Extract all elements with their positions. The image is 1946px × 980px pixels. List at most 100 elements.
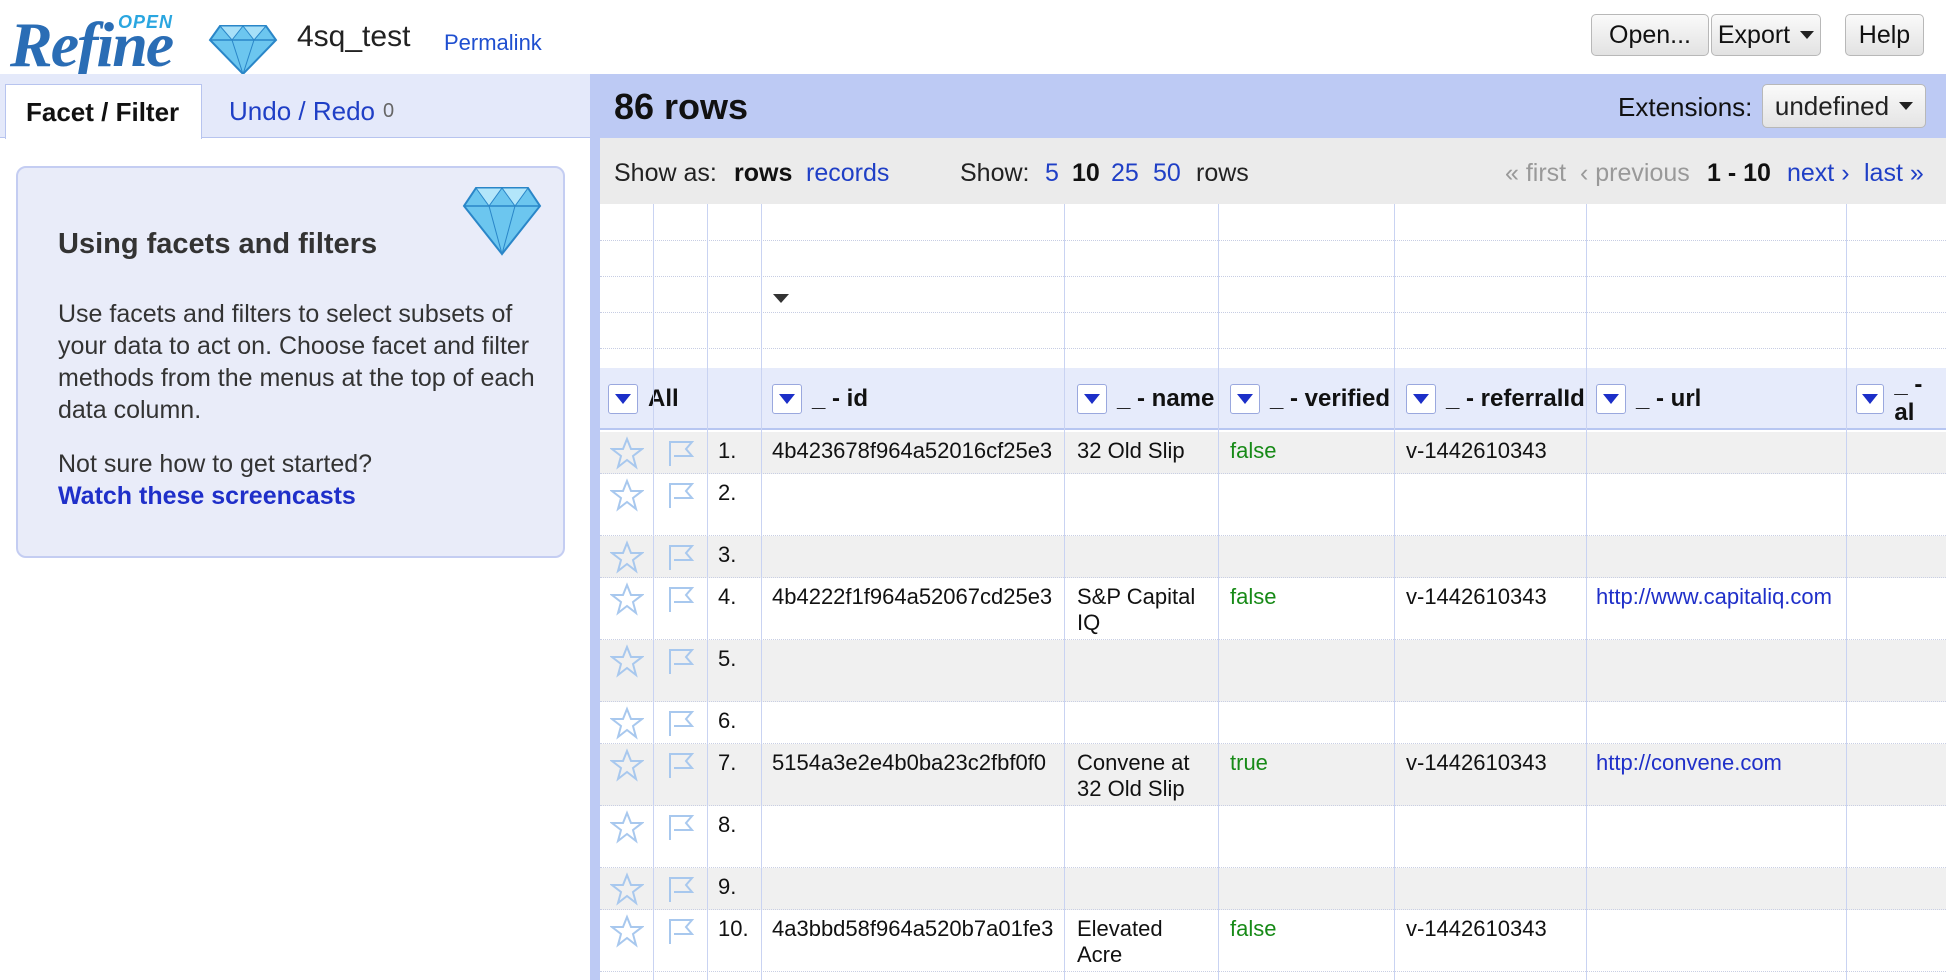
dropdown-arrow-icon[interactable] (1230, 384, 1260, 414)
column-name[interactable]: _ - name (1077, 368, 1214, 430)
page-size-10[interactable]: 10 (1072, 159, 1100, 188)
previous-page-link[interactable]: ‹ previous (1580, 159, 1690, 188)
project-name[interactable]: 4sq_test (297, 20, 410, 54)
column-referralid[interactable]: _ - referralId (1406, 368, 1585, 430)
column-id[interactable]: _ - id (772, 368, 868, 430)
cell-referral[interactable]: v-1442610343 (1406, 584, 1576, 610)
dropdown-arrow-icon[interactable] (1406, 384, 1436, 414)
flag-icon[interactable] (664, 914, 698, 953)
column-line (1218, 204, 1219, 980)
first-page-link[interactable]: « first (1505, 159, 1566, 188)
star-icon[interactable] (609, 914, 645, 953)
cell-name[interactable]: 32 Old Slip (1077, 438, 1209, 464)
cell-name[interactable]: Elevated Acre (1077, 916, 1209, 968)
open-button[interactable]: Open... (1591, 14, 1709, 56)
flag-icon[interactable] (664, 436, 698, 475)
page-size-50[interactable]: 50 (1153, 159, 1181, 188)
star-icon[interactable] (609, 540, 645, 579)
star-icon[interactable] (609, 810, 645, 849)
row-number: 7. (718, 750, 737, 775)
dropdown-arrow-icon[interactable] (1856, 384, 1885, 414)
cell-url[interactable]: http://www.capitaliq.com (1596, 584, 1841, 610)
openrefine-logo[interactable]: Refine OPEN (10, 6, 278, 80)
star-icon[interactable] (609, 436, 645, 475)
cell-name[interactable]: S&P Capital IQ (1077, 584, 1209, 636)
cell-id[interactable]: 4b4222f1f964a52067cd25e3 (772, 584, 1057, 610)
left-panel: Facet / Filter Undo / Redo 0 Using facet… (0, 74, 590, 980)
chevron-down-icon (1800, 31, 1815, 39)
table-row: 1. 4b423678f964a52016cf25e3 32 Old Slip fal… (600, 432, 1946, 474)
extensions-select[interactable]: undefined (1762, 84, 1926, 128)
column-all[interactable]: All (608, 368, 679, 430)
cell-verified[interactable]: false (1230, 438, 1380, 464)
grid-divider (600, 312, 1946, 313)
column-line (1846, 204, 1847, 980)
left-tabs: Facet / Filter Undo / Redo 0 (0, 74, 590, 139)
column-url[interactable]: _ - url (1596, 368, 1701, 430)
column-verified[interactable]: _ - verified (1230, 368, 1390, 430)
cell-verified[interactable]: true (1230, 750, 1380, 776)
table-row: 6. (600, 702, 1946, 744)
tab-undo-redo[interactable]: Undo / Redo 0 (209, 84, 414, 139)
show-as-records[interactable]: records (806, 159, 889, 188)
column-partial[interactable]: _ - al (1856, 368, 1946, 430)
page-size-25[interactable]: 25 (1111, 159, 1139, 188)
star-icon[interactable] (609, 748, 645, 787)
row-number: 5. (718, 646, 737, 671)
star-icon[interactable] (609, 872, 645, 911)
last-page-link[interactable]: last » (1864, 159, 1924, 188)
column-partial-label: _ - al (1894, 371, 1923, 426)
next-page-link[interactable]: next › (1787, 159, 1850, 188)
star-icon[interactable] (609, 582, 645, 621)
tab-facet-filter[interactable]: Facet / Filter (5, 84, 202, 139)
table-row: 4. 4b4222f1f964a52067cd25e3 S&P Capital IQ… (600, 578, 1946, 640)
flag-icon[interactable] (664, 478, 698, 517)
star-icon[interactable] (609, 478, 645, 517)
cell-id[interactable]: 5154a3e2e4b0ba23c2fbf0f0 (772, 750, 1057, 776)
help-question: Not sure how to get started? (58, 450, 373, 478)
star-icon[interactable] (609, 706, 645, 745)
dropdown-arrow-icon[interactable] (1596, 384, 1626, 414)
flag-icon[interactable] (664, 540, 698, 579)
cell-referral[interactable]: v-1442610343 (1406, 750, 1576, 776)
flag-icon[interactable] (664, 748, 698, 787)
cell-referral[interactable]: v-1442610343 (1406, 438, 1576, 464)
flag-icon[interactable] (664, 810, 698, 849)
cell-referral[interactable]: v-1442610343 (1406, 916, 1576, 942)
extensions-label: Extensions: (1618, 92, 1753, 122)
table-row: 9. (600, 868, 1946, 910)
cell-id[interactable]: 4a3bbd58f964a520b7a01fe3 (772, 916, 1057, 942)
table-row: 7. 5154a3e2e4b0ba23c2fbf0f0 Convene at 32 … (600, 744, 1946, 806)
dropdown-arrow-icon[interactable] (608, 384, 638, 414)
star-icon[interactable] (609, 644, 645, 683)
row-count: 86 rows (614, 86, 749, 127)
grid-divider (600, 276, 1946, 277)
panel-divider[interactable] (590, 74, 600, 980)
cell-name[interactable]: Convene at 32 Old Slip (1077, 750, 1209, 802)
table-row: 10. 4a3bbd58f964a520b7a01fe3 Elevated Acre… (600, 910, 1946, 972)
cell-verified[interactable]: false (1230, 916, 1380, 942)
export-button[interactable]: Export (1711, 14, 1821, 56)
flag-icon[interactable] (664, 644, 698, 683)
flag-icon[interactable] (664, 872, 698, 911)
cell-verified[interactable]: false (1230, 584, 1380, 610)
grid-divider (600, 348, 1946, 349)
show-as-rows[interactable]: rows (734, 159, 792, 188)
permalink-link[interactable]: Permalink (444, 30, 542, 56)
screencasts-link[interactable]: Watch these screencasts (58, 482, 356, 511)
facet-help-box: Using facets and filters Use facets and … (16, 166, 565, 558)
dropdown-arrow-icon[interactable] (1077, 384, 1107, 414)
cell-url[interactable]: http://convene.com (1596, 750, 1841, 776)
column-header-row: All _ - id _ - name _ - verified _ - ref… (600, 368, 1946, 430)
page-size-5[interactable]: 5 (1045, 159, 1059, 188)
column-url-label: _ - url (1636, 385, 1702, 412)
dropdown-arrow-icon[interactable] (772, 384, 802, 414)
view-bar: Show as: rows records Show: 5 10 25 50 r… (600, 138, 1946, 204)
table-row: 8. (600, 806, 1946, 868)
flag-icon[interactable] (664, 706, 698, 745)
flag-icon[interactable] (664, 582, 698, 621)
cell-id[interactable]: 4b423678f964a52016cf25e3 (772, 438, 1057, 464)
group-menu-icon[interactable] (773, 294, 789, 303)
row-number: 4. (718, 584, 737, 609)
help-button[interactable]: Help (1845, 14, 1924, 56)
